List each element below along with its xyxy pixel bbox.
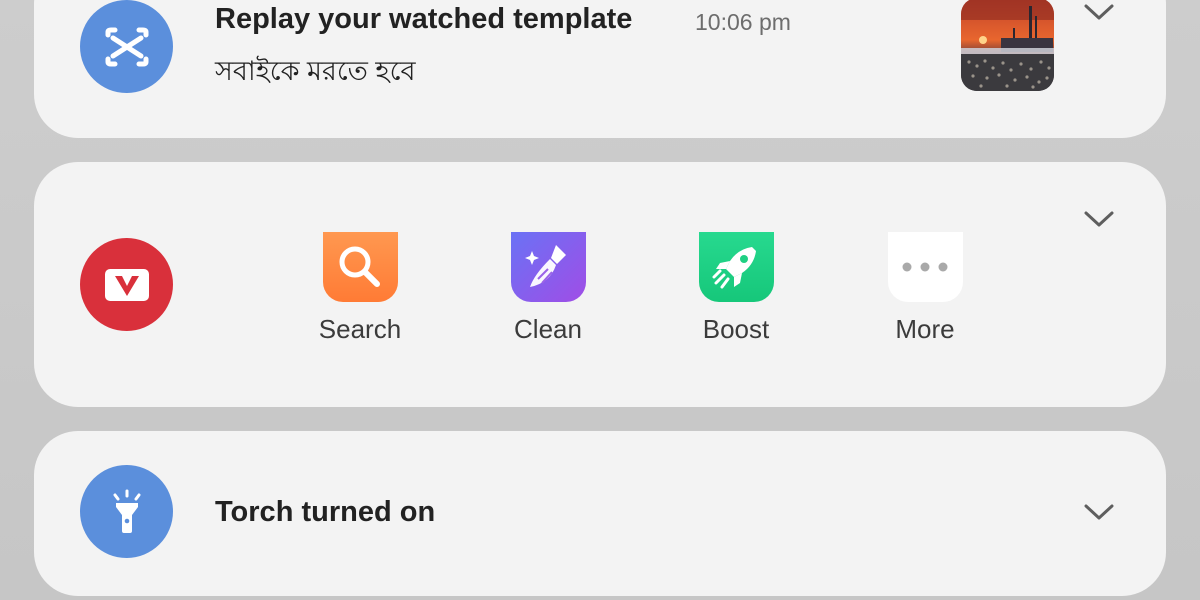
- chevron-down-icon[interactable]: [1082, 0, 1116, 24]
- search-action-label: Search: [318, 314, 402, 344]
- chevron-down-icon[interactable]: [1082, 500, 1116, 524]
- notification-title: Replay your watched template: [215, 3, 633, 35]
- notification-body: সবাইকে মরতে হবে: [215, 56, 416, 86]
- more-action-label: More: [895, 314, 955, 344]
- notification-title: Torch turned on: [215, 496, 436, 528]
- more-dots-icon: [887, 232, 963, 302]
- boost-action-label: Boost: [702, 314, 770, 344]
- notification-card-vidmate-actions[interactable]: Search Clean Boost More: [34, 162, 1166, 407]
- rocket-icon: [698, 232, 774, 302]
- chevron-down-icon[interactable]: [1082, 207, 1116, 231]
- clean-action-label: Clean: [514, 314, 582, 344]
- mosque-sunset-thumbnail[interactable]: [961, 0, 1054, 91]
- notification-time: 10:06 pm: [695, 9, 791, 35]
- search-icon: [322, 232, 398, 302]
- notification-card-replay-template[interactable]: Replay your watched template 10:06 pm সব…: [34, 0, 1166, 138]
- more-action-button[interactable]: More: [865, 232, 985, 345]
- notification-shade: Replay your watched template 10:06 pm সব…: [0, 0, 1200, 600]
- clean-action-button[interactable]: Clean: [488, 232, 608, 345]
- vidmate-icon: [80, 238, 173, 331]
- flashlight-icon: [80, 465, 173, 558]
- search-action-button[interactable]: Search: [300, 232, 420, 345]
- notification-card-torch[interactable]: Torch turned on: [34, 431, 1166, 596]
- broom-icon: [510, 232, 586, 302]
- boost-action-button[interactable]: Boost: [676, 232, 796, 345]
- capcut-icon: [80, 0, 173, 93]
